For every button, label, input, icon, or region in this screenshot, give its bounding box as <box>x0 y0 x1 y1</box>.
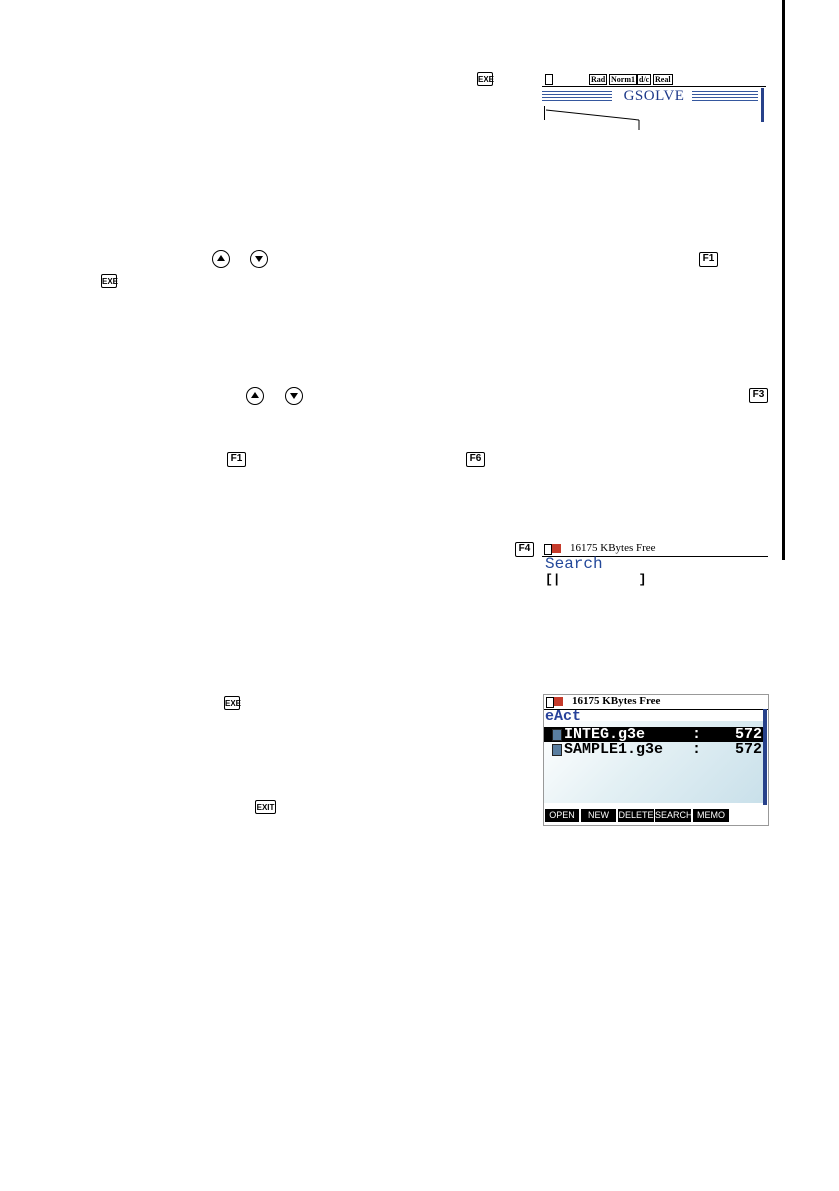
exe-key-icon: EXE <box>477 72 494 86</box>
file-size: 572 <box>734 726 762 743</box>
f4-key-icon: F4 <box>515 542 534 557</box>
battery-icon <box>546 697 554 708</box>
display-indicator: Norm1 <box>609 74 637 85</box>
f1-key-icon: F1 <box>227 452 246 467</box>
f3-key-icon: F3 <box>749 388 768 403</box>
file-name: SAMPLE1.g3e <box>564 741 664 758</box>
exe-key-icon: EXE <box>101 274 118 288</box>
complex-indicator: Real <box>653 74 673 85</box>
down-arrow-key-icon <box>285 387 303 405</box>
fkey-new[interactable]: NEW <box>581 809 616 822</box>
scroll-bar <box>763 709 767 805</box>
battery-icon <box>545 74 553 85</box>
storage-icon <box>552 544 561 553</box>
storage-icon <box>554 697 563 706</box>
exe-key-icon: EXE <box>224 696 241 710</box>
file-icon <box>552 729 562 741</box>
battery-icon <box>544 544 552 555</box>
fkey-open[interactable]: OPEN <box>545 809 579 822</box>
free-memory: 16175 KBytes Free <box>572 695 661 707</box>
status-bar: Rad Norm1 d/c Real <box>542 72 766 87</box>
file-separator: : <box>692 726 702 743</box>
file-row[interactable]: INTEG.g3e : 572 <box>544 727 764 742</box>
scroll-bar <box>761 88 764 122</box>
up-arrow-key-icon <box>246 387 264 405</box>
fkey-search[interactable]: SEARCH <box>655 809 693 822</box>
fkey-memo[interactable]: MEMO <box>693 809 729 822</box>
margin-rule <box>782 0 785 560</box>
file-list-screen: 16175 KBytes Free eAct INTEG.g3e : 572 S… <box>543 694 769 826</box>
search-title: Search <box>545 555 603 573</box>
exit-key-icon: EXIT <box>255 800 276 814</box>
file-row[interactable]: SAMPLE1.g3e : 572 <box>544 742 764 757</box>
f1-key-icon: F1 <box>699 252 718 267</box>
search-input[interactable]: [| ] <box>545 572 646 587</box>
angle-indicator: Rad <box>589 74 608 85</box>
up-arrow-key-icon <box>212 250 230 268</box>
callout-line <box>545 109 640 130</box>
folder-name: eAct <box>545 708 582 725</box>
free-memory: 16175 KBytes Free <box>570 542 656 554</box>
file-separator: : <box>692 741 702 758</box>
fraction-indicator: d/c <box>637 74 652 85</box>
file-icon <box>552 744 562 756</box>
f6-key-icon: F6 <box>466 452 485 467</box>
down-arrow-key-icon <box>250 250 268 268</box>
function-key-bar: OPEN NEW DELETE SEARCH MEMO <box>544 809 768 823</box>
fkey-delete[interactable]: DELETE <box>618 809 654 822</box>
search-screen: 16175 KBytes Free Search [| ] <box>542 542 768 590</box>
file-name: INTEG.g3e <box>564 726 646 743</box>
file-size: 572 <box>734 741 762 758</box>
